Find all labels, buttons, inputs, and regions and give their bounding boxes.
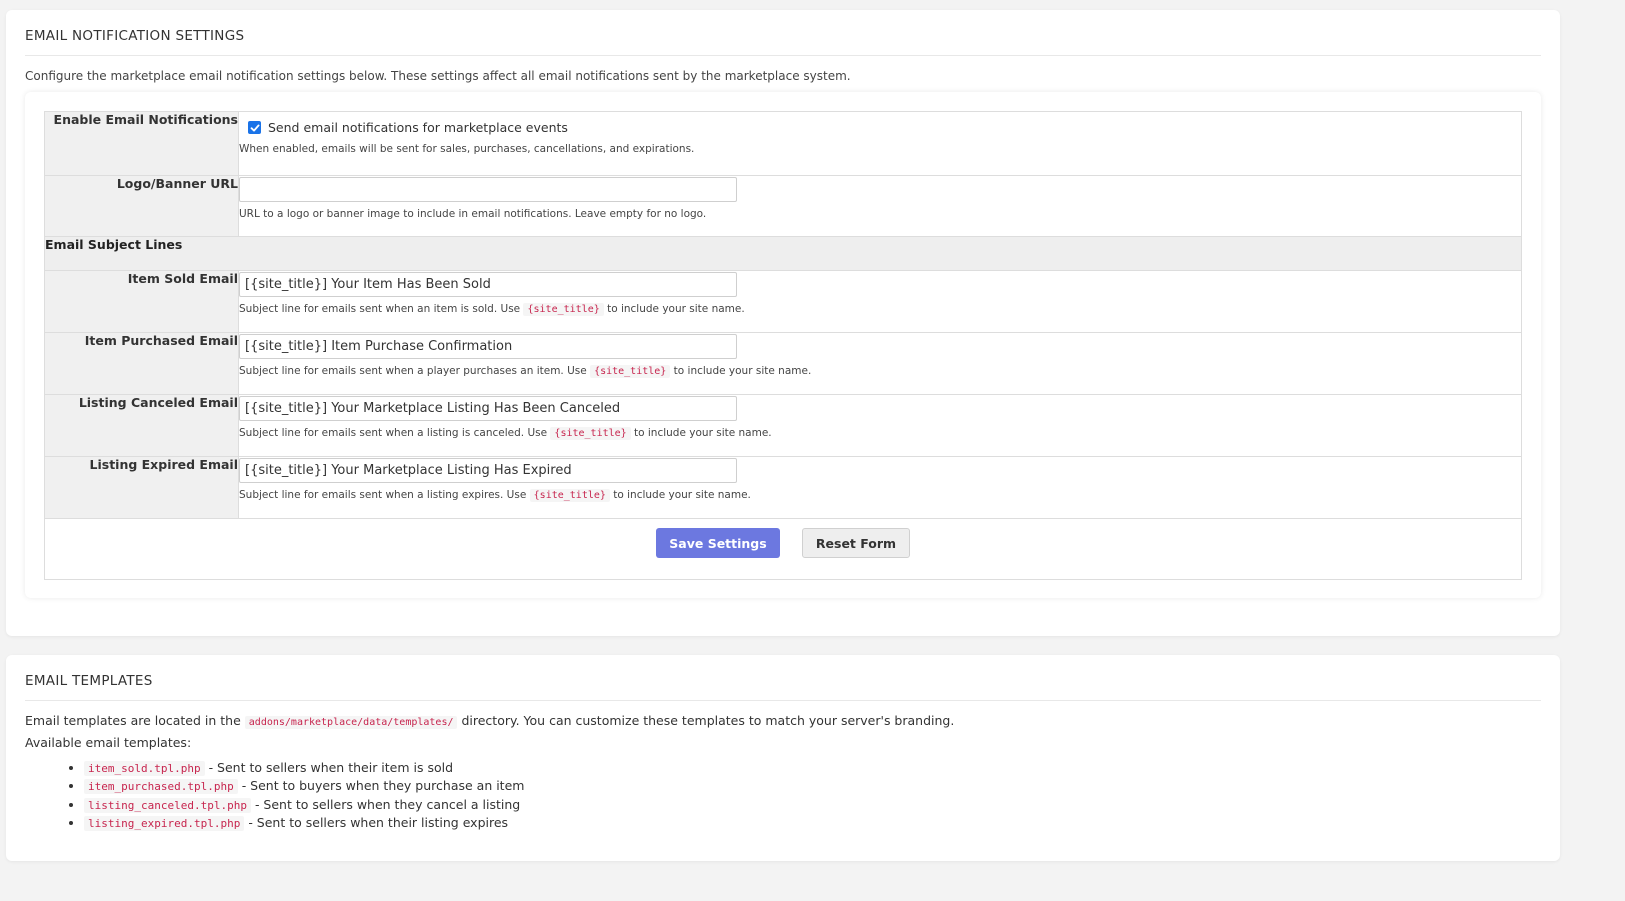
item-sold-label: Item Sold Email [44, 270, 239, 333]
form-buttons: Save Settings Reset Form [45, 519, 1521, 558]
form-row-section-header: Email Subject Lines [44, 236, 1522, 271]
help-text: Subject line for emails sent when a play… [239, 365, 587, 377]
templates-list: item_sold.tpl.php - Sent to sellers when… [58, 759, 524, 832]
help-text: to include your site name. [607, 303, 745, 315]
settings-intro-text: Configure the marketplace email notifica… [25, 69, 851, 83]
template-file-code: listing_expired.tpl.php [84, 815, 245, 831]
template-description: - Sent to sellers when they cancel a lis… [254, 796, 521, 812]
template-file-code: item_purchased.tpl.php [84, 779, 238, 795]
logo-url-field: URL to a logo or banner image to include… [238, 175, 1522, 237]
listing-canceled-label: Listing Canceled Email [44, 394, 239, 457]
item-sold-field: Subject line for emails sent when an ite… [238, 270, 1522, 333]
email-notification-settings-panel: EMAIL NOTIFICATION SETTINGS Configure th… [6, 10, 1560, 636]
enable-notifications-field: Send email notifications for marketplace… [238, 111, 1522, 176]
subject-lines-section-title: Email Subject Lines [44, 236, 1522, 271]
logo-url-label: Logo/Banner URL [44, 175, 239, 237]
form-row-enable: Enable Email Notifications Send email no… [44, 111, 1522, 176]
enable-notifications-checkbox[interactable] [248, 121, 261, 134]
item-purchased-field: Subject line for emails sent when a play… [238, 332, 1522, 395]
help-text: to include your site name. [634, 427, 772, 439]
template-description: - Sent to buyers when they purchase an i… [241, 778, 525, 794]
reset-form-button[interactable]: Reset Form [802, 528, 910, 558]
site-title-code: {site_title} [523, 303, 604, 316]
listing-canceled-field: Subject line for emails sent when a list… [238, 394, 1522, 457]
enable-notifications-label: Enable Email Notifications [44, 111, 239, 176]
site-title-code: {site_title} [550, 427, 631, 440]
email-templates-panel: EMAIL TEMPLATES Email templates are loca… [6, 655, 1560, 861]
listing-expired-subject-input[interactable] [239, 458, 737, 483]
help-text: Subject line for emails sent when a list… [239, 489, 527, 501]
templates-intro-text: directory. You can customize these templ… [461, 713, 955, 728]
item-purchased-subject-input[interactable] [239, 334, 737, 359]
item-purchased-help: Subject line for emails sent when a play… [239, 365, 1521, 378]
settings-form-card: Enable Email Notifications Send email no… [25, 92, 1541, 598]
templates-directory-code: addons/marketplace/data/templates/ [244, 716, 458, 729]
form-row-item-purchased: Item Purchased Email Subject line for em… [44, 332, 1522, 395]
template-description: - Sent to sellers when their item is sol… [208, 760, 454, 775]
list-item: item_sold.tpl.php - Sent to sellers when… [84, 759, 524, 777]
item-sold-subject-input[interactable] [239, 272, 737, 297]
templates-panel-title: EMAIL TEMPLATES [25, 673, 1541, 701]
listing-expired-label: Listing Expired Email [44, 456, 239, 519]
form-row-logo: Logo/Banner URL URL to a logo or banner … [44, 175, 1522, 237]
settings-panel-title: EMAIL NOTIFICATION SETTINGS [25, 28, 1541, 56]
templates-intro-text: Email templates are located in the [25, 713, 241, 728]
enable-notifications-checkbox-row[interactable]: Send email notifications for marketplace… [239, 120, 1521, 135]
item-purchased-label: Item Purchased Email [44, 332, 239, 395]
listing-expired-help: Subject line for emails sent when a list… [239, 489, 1521, 502]
save-settings-button[interactable]: Save Settings [656, 528, 780, 558]
list-item: item_purchased.tpl.php - Sent to buyers … [84, 777, 524, 795]
checkmark-icon [250, 124, 259, 131]
item-sold-help: Subject line for emails sent when an ite… [239, 303, 1521, 316]
enable-notifications-checkbox-label[interactable]: Send email notifications for marketplace… [268, 120, 568, 135]
help-text: Subject line for emails sent when a list… [239, 427, 548, 439]
help-text: Subject line for emails sent when an ite… [239, 303, 521, 315]
list-item: listing_expired.tpl.php - Sent to seller… [84, 814, 524, 832]
list-item: listing_canceled.tpl.php - Sent to selle… [84, 796, 524, 814]
settings-form-table: Enable Email Notifications Send email no… [44, 111, 1522, 580]
logo-url-help: URL to a logo or banner image to include… [239, 208, 707, 220]
listing-expired-field: Subject line for emails sent when a list… [238, 456, 1522, 519]
help-text: to include your site name. [613, 489, 751, 501]
templates-intro: Email templates are located in the addon… [25, 713, 955, 729]
listing-canceled-subject-input[interactable] [239, 396, 737, 421]
listing-canceled-help: Subject line for emails sent when a list… [239, 427, 1521, 440]
logo-url-input[interactable] [239, 177, 737, 202]
form-row-item-sold: Item Sold Email Subject line for emails … [44, 270, 1522, 333]
help-text: to include your site name. [673, 365, 812, 377]
form-row-buttons: Save Settings Reset Form [44, 518, 1522, 580]
form-buttons-cell: Save Settings Reset Form [44, 518, 1522, 580]
available-templates-label: Available email templates: [25, 735, 192, 750]
enable-notifications-help: When enabled, emails will be sent for sa… [239, 143, 695, 155]
form-row-listing-expired: Listing Expired Email Subject line for e… [44, 456, 1522, 519]
template-description: - Sent to sellers when their listing exp… [248, 814, 509, 830]
site-title-code: {site_title} [590, 365, 671, 378]
form-row-listing-canceled: Listing Canceled Email Subject line for … [44, 394, 1522, 457]
template-file-code: listing_canceled.tpl.php [84, 797, 251, 813]
site-title-code: {site_title} [529, 489, 610, 502]
template-file-code: item_sold.tpl.php [84, 761, 205, 776]
